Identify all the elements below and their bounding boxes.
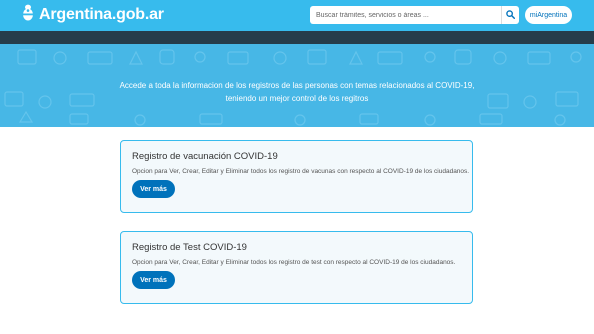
miargentina-button[interactable]: miArgentina [525,6,572,24]
test-registry-card: Registro de Test COVID-19 Opcion para Ve… [120,231,473,304]
search-input[interactable] [310,7,501,23]
search-bar [310,6,519,24]
argentina-coat-of-arms-icon [22,4,34,26]
brand-logo-link[interactable]: Argentina.gob.ar [22,4,164,26]
brand-name: Argentina.gob.ar [39,6,164,23]
hero-line-2: teniendo un mejor control de los regitro… [225,94,369,103]
card-title: Registro de vacunación COVID-19 [132,151,278,162]
top-navbar: Argentina.gob.ar miArgentina [0,0,594,31]
vaccination-ver-mas-button[interactable]: Ver más [132,180,175,198]
header-dark-strip [0,31,594,44]
card-title: Registro de Test COVID-19 [132,242,247,253]
search-icon [506,6,515,24]
test-ver-mas-button[interactable]: Ver más [132,271,175,289]
hero-line-1: Accede a toda la informacion de los regi… [119,81,475,90]
hero-description: Accede a toda la informacion de los regi… [0,79,594,105]
vaccination-registry-card: Registro de vacunación COVID-19 Opcion p… [120,140,473,213]
search-button[interactable] [501,6,519,24]
card-description: Opcion para Ver, Crear, Editar y Elimina… [132,259,456,266]
card-description: Opcion para Ver, Crear, Editar y Elimina… [132,168,470,175]
hero-banner: Accede a toda la informacion de los regi… [0,44,594,127]
